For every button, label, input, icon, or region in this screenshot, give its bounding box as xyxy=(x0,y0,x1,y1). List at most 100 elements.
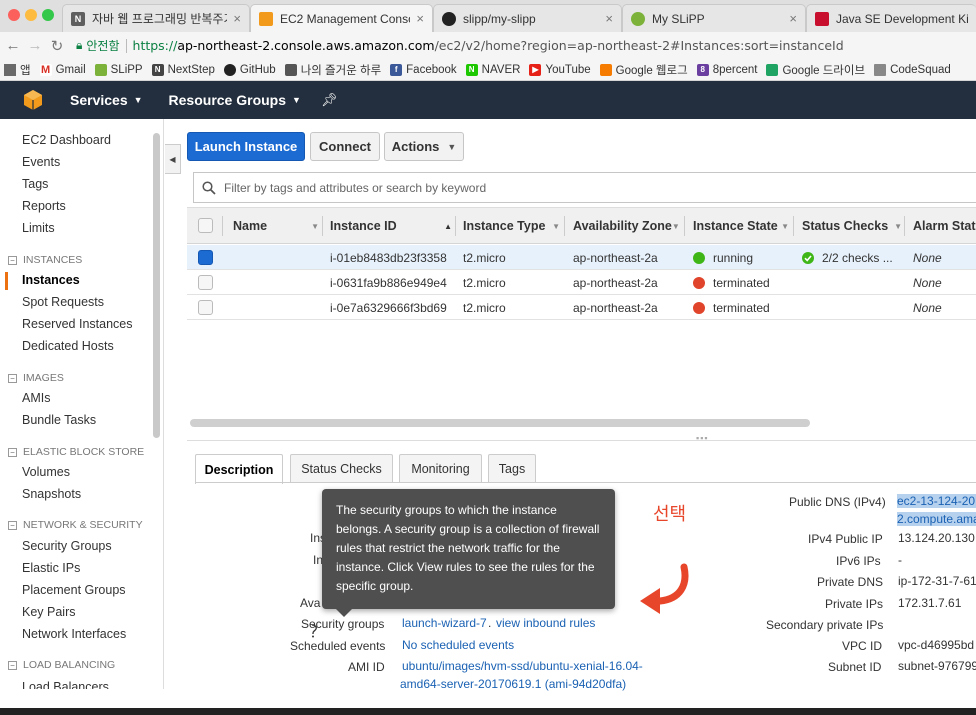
column-header-instance-id[interactable]: Instance ID ▲ xyxy=(330,208,452,244)
table-row[interactable]: i-01eb8483db23f3358 t2.micro ap-northeas… xyxy=(187,245,976,270)
browser-tab[interactable]: Java SE Development Kit 8 xyxy=(806,4,976,32)
aws-logo-icon[interactable] xyxy=(22,89,44,111)
public-dns-value-line2[interactable]: 2.compute.ama xyxy=(897,512,976,526)
sidebar-section-instances[interactable]: − INSTANCES xyxy=(8,254,82,266)
bookmark-codesquad[interactable]: CodeSquad xyxy=(874,63,951,76)
ami-id-value-line2[interactable]: amd64-server-20170619.1 (ami-94d20dfa) xyxy=(400,677,626,691)
forward-arrow-icon[interactable]: → xyxy=(24,37,46,54)
browser-tab[interactable]: slipp/my-slipp × xyxy=(433,4,622,32)
select-all-checkbox[interactable] xyxy=(198,218,213,233)
security-group-link[interactable]: launch-wizard-7 xyxy=(402,616,487,630)
sidebar-item-instances[interactable]: Instances xyxy=(22,273,80,287)
sidebar-section-elastic-block-store[interactable]: − ELASTIC BLOCK STORE xyxy=(8,446,144,458)
tab-close-icon[interactable]: × xyxy=(605,11,613,26)
column-header-status-checks[interactable]: Status Checks ▼ xyxy=(802,208,902,244)
filter-input[interactable] xyxy=(224,180,724,195)
panel-resize-handle[interactable]: ▪▪▪ xyxy=(696,433,709,443)
sidebar-section-images[interactable]: − IMAGES xyxy=(8,372,64,384)
sidebar-item-placement-groups[interactable]: Placement Groups xyxy=(22,583,126,597)
back-arrow-icon[interactable]: ← xyxy=(2,37,24,54)
sidebar-scrollbar[interactable] xyxy=(153,133,160,438)
bookmark-8percent[interactable]: 8 8percent xyxy=(696,63,757,76)
view-inbound-rules-link[interactable]: view inbound rules xyxy=(496,616,595,630)
column-header-availability-zone[interactable]: Availability Zone ▼ xyxy=(573,208,680,244)
sidebar-item-limits[interactable]: Limits xyxy=(22,221,55,235)
pin-icon[interactable]: 📌︎ xyxy=(321,92,338,108)
bookmark-apps[interactable]: 앱 xyxy=(4,62,31,78)
sidebar-item-network-interfaces[interactable]: Network Interfaces xyxy=(22,627,126,641)
column-header-instance-type[interactable]: Instance Type ▼ xyxy=(463,208,560,244)
bookmark-slipp[interactable]: SLiPP xyxy=(94,63,143,76)
instance-id-cell: i-0631fa9b886e949e4 xyxy=(330,275,447,290)
tab-description[interactable]: Description xyxy=(195,454,283,484)
facebook-icon: f xyxy=(390,63,403,76)
tab-close-icon[interactable]: × xyxy=(233,11,241,26)
bookmark-blog[interactable]: 나의 즐거운 하루 xyxy=(284,62,381,78)
sidebar-item-reports[interactable]: Reports xyxy=(22,199,66,213)
window-minimize-button[interactable] xyxy=(25,9,37,21)
sidebar-item-spot-requests[interactable]: Spot Requests xyxy=(22,295,104,309)
public-dns-value-line1[interactable]: ec2-13-124-20 xyxy=(897,494,976,508)
browser-tab-active[interactable]: EC2 Management Console × xyxy=(250,4,433,32)
sidebar-item-reserved-instances[interactable]: Reserved Instances xyxy=(22,317,132,331)
column-title: Instance Type xyxy=(463,219,546,233)
row-checkbox[interactable] xyxy=(198,250,213,265)
collapse-sidebar-button[interactable]: ◀ xyxy=(165,144,181,174)
sidebar-item-amis[interactable]: AMIs xyxy=(22,391,50,405)
sidebar-item-dedicated-hosts[interactable]: Dedicated Hosts xyxy=(22,339,114,353)
bookmark-facebook[interactable]: f Facebook xyxy=(390,63,457,76)
bookmark-naver[interactable]: N NAVER xyxy=(465,63,520,76)
bookmark-gmail[interactable]: M Gmail xyxy=(39,63,86,76)
bookmark-nextstep[interactable]: N NextStep xyxy=(151,63,215,76)
sidebar-section-load-balancing[interactable]: − LOAD BALANCING xyxy=(8,659,115,671)
sidebar-item-security-groups[interactable]: Security Groups xyxy=(22,539,112,553)
security-group-separator: . xyxy=(488,616,492,630)
sidebar-item-key-pairs[interactable]: Key Pairs xyxy=(22,605,76,619)
table-row[interactable]: i-0631fa9b886e949e4 t2.micro ap-northeas… xyxy=(187,270,976,295)
services-menu[interactable]: Services ▼ xyxy=(70,92,143,108)
tooltip-text: The security groups to which the instanc… xyxy=(336,503,600,593)
launch-instance-button[interactable]: Launch Instance xyxy=(187,132,305,161)
row-checkbox[interactable] xyxy=(198,275,213,290)
scheduled-events-value[interactable]: No scheduled events xyxy=(402,638,514,652)
tab-tags[interactable]: Tags xyxy=(488,454,536,483)
row-checkbox[interactable] xyxy=(198,300,213,315)
column-header-name[interactable]: Name ▼ xyxy=(233,208,319,244)
tab-monitoring[interactable]: Monitoring xyxy=(399,454,482,483)
column-header-alarm-status[interactable]: Alarm Status xyxy=(913,208,976,244)
tab-status-checks[interactable]: Status Checks xyxy=(290,454,393,483)
url-field[interactable]: https://ap-northeast-2.console.aws.amazo… xyxy=(133,38,844,53)
sidebar-item-events[interactable]: Events xyxy=(22,155,60,169)
sidebar-item-volumes[interactable]: Volumes xyxy=(22,465,70,479)
connect-button[interactable]: Connect xyxy=(310,132,380,161)
sidebar-item-bundle-tasks[interactable]: Bundle Tasks xyxy=(22,413,96,427)
sidebar-item-tags[interactable]: Tags xyxy=(22,177,48,191)
window-close-button[interactable] xyxy=(8,9,20,21)
sidebar-divider xyxy=(163,119,164,689)
sort-icon: ▼ xyxy=(894,221,902,231)
bookmark-github[interactable]: GitHub xyxy=(223,63,276,76)
browser-tab[interactable]: N 자바 웹 프로그래밍 반복주기 × xyxy=(62,4,250,32)
bookmark-google-analytics[interactable]: Google 웹로그 xyxy=(599,62,688,78)
sidebar-item-snapshots[interactable]: Snapshots xyxy=(22,487,81,501)
vpc-id-value[interactable]: vpc-d46995bd xyxy=(898,638,974,652)
bookmark-google-drive[interactable]: Google 드라이브 xyxy=(766,62,865,78)
tab-close-icon[interactable]: × xyxy=(789,11,797,26)
table-row[interactable]: i-0e7a6329666f3bd69 t2.micro ap-northeas… xyxy=(187,295,976,320)
sidebar-item-load-balancers[interactable]: Load Balancers xyxy=(22,680,109,689)
ami-id-value-line1[interactable]: ubuntu/images/hvm-ssd/ubuntu-xenial-16.0… xyxy=(402,659,643,673)
reload-icon[interactable]: ↻ xyxy=(46,37,68,55)
tab-close-icon[interactable]: × xyxy=(416,11,424,26)
bookmark-youtube[interactable]: ▶ YouTube xyxy=(529,63,591,76)
resource-groups-menu[interactable]: Resource Groups ▼ xyxy=(169,92,301,108)
sidebar-section-network-security[interactable]: − NETWORK & SECURITY xyxy=(8,519,143,531)
sidebar-item-elastic-ips[interactable]: Elastic IPs xyxy=(22,561,80,575)
sort-icon: ▼ xyxy=(552,221,560,231)
actions-button[interactable]: Actions ▼ xyxy=(384,132,464,161)
browser-tab[interactable]: My SLiPP × xyxy=(622,4,806,32)
subnet-id-value[interactable]: subnet-976799 xyxy=(898,659,976,673)
table-horizontal-scrollbar[interactable] xyxy=(190,419,810,427)
sidebar-item-ec2-dashboard[interactable]: EC2 Dashboard xyxy=(22,133,111,147)
column-header-instance-state[interactable]: Instance State ▼ xyxy=(693,208,789,244)
window-zoom-button[interactable] xyxy=(42,9,54,21)
